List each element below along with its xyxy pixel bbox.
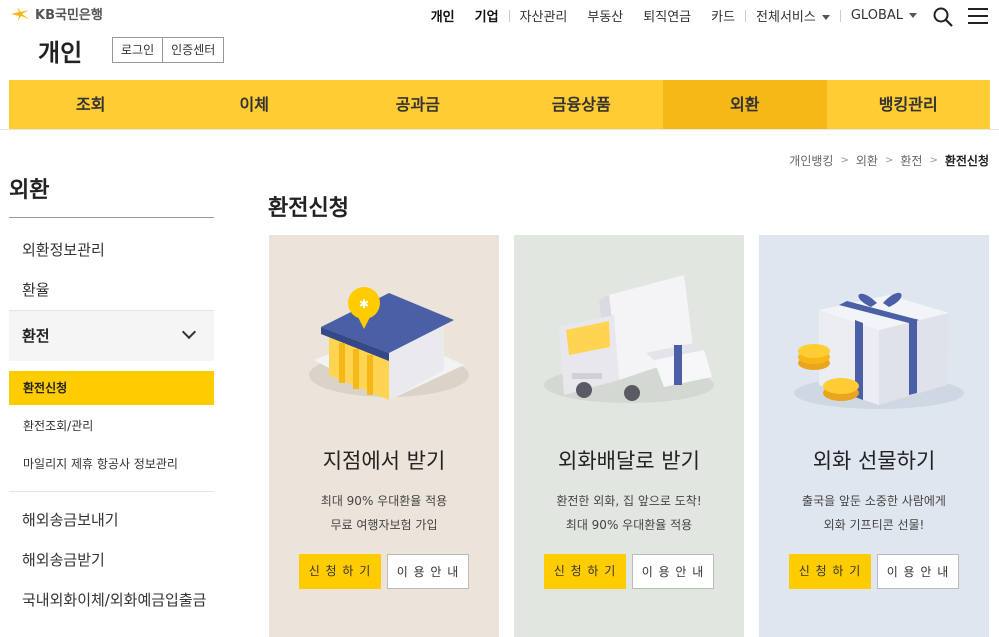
- sidebar-item-rates[interactable]: 환율: [9, 270, 214, 310]
- card-title: 지점에서 받기: [322, 449, 446, 473]
- breadcrumb: 개인뱅킹 > 외환 > 환전 > 환전신청: [789, 152, 989, 169]
- kb-logo[interactable]: KB국민은행: [9, 4, 103, 23]
- gnb-business[interactable]: 기업: [465, 6, 509, 25]
- guide-button[interactable]: 이 용 안 내: [387, 554, 469, 589]
- login-group: 로그인 인증센터: [112, 37, 225, 63]
- delivery-truck-icon: [544, 275, 714, 403]
- sidebar-item-fx-info[interactable]: 외환정보관리: [9, 230, 214, 270]
- kb-star-icon: [11, 6, 29, 21]
- card-branch-pickup: ✱ 지점에서 받기 최대 90% 우대환율 적용 무료 여행자보험 가입 신 청…: [269, 235, 499, 637]
- site-title: 개인: [38, 39, 83, 67]
- hamburger-menu-icon[interactable]: [968, 8, 988, 26]
- gnb-all-services[interactable]: 전체서비스: [746, 6, 840, 25]
- card-desc: 최대 90% 우대환율 적용: [320, 494, 448, 508]
- sidebar-subitem-mileage[interactable]: 마일리지 제휴 항공사 정보관리: [9, 445, 214, 483]
- breadcrumb-current: 환전신청: [944, 154, 989, 168]
- sidebar-group-header[interactable]: 환전: [9, 311, 214, 361]
- gnb-card[interactable]: 카드: [701, 6, 745, 25]
- main-nav: 조회 이체 공과금 금융상품 외환 뱅킹관리: [9, 80, 990, 129]
- mainnav-products[interactable]: 금융상품: [500, 80, 664, 129]
- gnb-pension[interactable]: 퇴직연금: [633, 6, 701, 25]
- svg-text:✱: ✱: [359, 297, 369, 311]
- gnb-global[interactable]: GLOBAL: [841, 8, 927, 23]
- card-desc: 출국을 앞둔 소중한 사람에게: [802, 494, 946, 508]
- mainnav-transfer[interactable]: 이체: [173, 80, 337, 129]
- sidebar-item-send-remittance[interactable]: 해외송금보내기: [9, 500, 214, 540]
- breadcrumb-item[interactable]: 개인뱅킹: [789, 152, 833, 169]
- guide-button[interactable]: 이 용 안 내: [632, 554, 714, 589]
- search-icon[interactable]: [933, 7, 953, 27]
- sidebar-subitem-manage[interactable]: 환전조회/관리: [9, 407, 214, 445]
- sidebar-subitem-apply[interactable]: 환전신청: [9, 371, 214, 405]
- login-button[interactable]: 로그인: [112, 37, 164, 63]
- bank-building-icon: ✱: [309, 287, 469, 400]
- card-title: 외화 선물하기: [812, 449, 936, 473]
- global-nav: 개인 기업 자산관리 부동산 퇴직연금 카드 전체서비스 GLOBAL: [421, 6, 927, 25]
- sidebar-group-exchange: 환전 환전신청 환전조회/관리 마일리지 제휴 항공사 정보관리: [9, 310, 214, 492]
- apply-button[interactable]: 신 청 하 기: [789, 554, 871, 589]
- card-desc: 환전한 외화, 집 앞으로 도착!: [556, 494, 702, 508]
- page-title: 환전신청: [268, 196, 349, 221]
- card-desc: 외화 기프티콘 선물!: [823, 518, 925, 532]
- cert-center-button[interactable]: 인증센터: [163, 37, 225, 63]
- sidebar-item-domestic-fx[interactable]: 국내외화이체/외화예금입출금: [9, 580, 209, 610]
- card-gift: 외화 선물하기 출국을 앞둔 소중한 사람에게 외화 기프티콘 선물! 신 청 …: [759, 235, 989, 637]
- left-sidebar: 외환 외환정보관리 환율 환전 환전신청 환전조회/관리 마일리지 제휴 항공사…: [9, 172, 214, 610]
- nav-divider: [0, 129, 999, 130]
- gnb-wealth[interactable]: 자산관리: [510, 6, 578, 25]
- gnb-personal[interactable]: 개인: [421, 6, 465, 25]
- mainnav-utility[interactable]: 공과금: [336, 80, 500, 129]
- breadcrumb-item[interactable]: 외환: [856, 152, 878, 169]
- card-delivery: 외화배달로 받기 환전한 외화, 집 앞으로 도착! 최대 90% 우대환율 적…: [514, 235, 744, 637]
- guide-button[interactable]: 이 용 안 내: [877, 554, 959, 589]
- mainnav-banking-mgmt[interactable]: 뱅킹관리: [827, 80, 991, 129]
- apply-button[interactable]: 신 청 하 기: [544, 554, 626, 589]
- gift-box-icon: [794, 292, 964, 409]
- mainnav-foreign-exchange[interactable]: 외환: [663, 80, 827, 129]
- chevron-down-icon: [181, 324, 197, 340]
- sidebar-group-label: 환전: [22, 327, 50, 345]
- mainnav-inquiry[interactable]: 조회: [9, 80, 173, 129]
- sidebar-title: 외환: [9, 172, 214, 218]
- gnb-realestate[interactable]: 부동산: [577, 6, 633, 25]
- top-header: KB국민은행 개인 로그인 인증센터 개인 기업 자산관리 부동산 퇴직연금 카…: [0, 0, 999, 80]
- card-desc: 최대 90% 우대환율 적용: [565, 518, 693, 532]
- card-title: 외화배달로 받기: [558, 449, 700, 473]
- logo-text: KB국민은행: [35, 8, 103, 23]
- apply-button[interactable]: 신 청 하 기: [299, 554, 381, 589]
- sidebar-item-receive-remittance[interactable]: 해외송금받기: [9, 540, 214, 580]
- breadcrumb-item[interactable]: 환전: [900, 152, 922, 169]
- card-desc: 무료 여행자보험 가입: [330, 518, 438, 532]
